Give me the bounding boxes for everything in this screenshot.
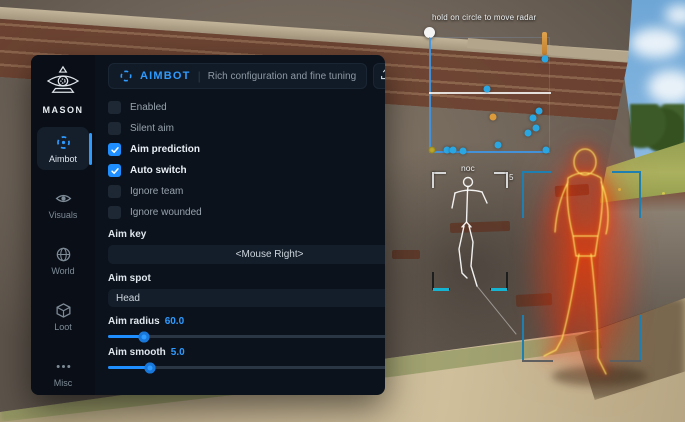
import-config-button[interactable]	[373, 63, 385, 89]
sidebar-item-label: Loot	[54, 322, 72, 332]
slider-label: Aim smooth	[108, 347, 166, 358]
sidebar-item-misc[interactable]: Misc	[37, 351, 89, 394]
radar-blue-dot	[484, 86, 491, 93]
aim-key-value: <Mouse Right>	[236, 249, 304, 260]
game-screen: hold on circle to move radar noc 5	[0, 0, 685, 422]
tab-title: AIMBOT	[140, 70, 191, 82]
slider-label: Aim radius	[108, 316, 160, 327]
radar-blue-dot	[495, 142, 502, 149]
radar-axis-line	[429, 92, 551, 94]
cloud	[630, 28, 682, 58]
brand-name: MASON	[43, 105, 84, 115]
radar-blue-dot	[543, 147, 550, 154]
sidebar: MASON AimbotVisualsWorldLootMiscSettings	[31, 55, 95, 395]
aim-spot-value: Head	[116, 293, 140, 304]
slider-value: 5.0	[171, 347, 185, 358]
sidebar-item-label: Visuals	[49, 210, 78, 220]
slider-track[interactable]	[108, 335, 385, 338]
toggle-label: Aim prediction	[130, 144, 200, 155]
radar-blue-dot	[533, 125, 540, 132]
crosshair-icon	[55, 134, 72, 151]
radar-marker-bar	[542, 32, 547, 55]
toggle-label: Enabled	[130, 102, 167, 113]
sidebar-item-label: World	[51, 266, 74, 276]
skeleton-esp	[438, 172, 518, 342]
menu-content: AIMBOT | Rich configuration and fine tun…	[95, 55, 385, 395]
crosshair-icon	[119, 69, 133, 83]
radar-orange-dot	[490, 114, 497, 121]
checkbox-checked-icon[interactable]	[108, 164, 121, 177]
toggle-aim-prediction[interactable]: Aim prediction	[108, 143, 385, 156]
sidebar-item-world[interactable]: World	[37, 239, 89, 282]
tab-title-pill: AIMBOT | Rich configuration and fine tun…	[108, 63, 367, 89]
checkbox-unchecked[interactable]	[108, 122, 121, 135]
checkbox-unchecked[interactable]	[108, 101, 121, 114]
aim-spot-label: Aim spot	[108, 273, 385, 284]
radar-blue-dot	[460, 148, 467, 155]
globe-icon	[55, 246, 72, 263]
slider-value: 60.0	[165, 316, 184, 327]
toggle-label: Ignore wounded	[130, 207, 202, 218]
sidebar-item-loot[interactable]: Loot	[37, 295, 89, 338]
toggle-label: Silent aim	[130, 123, 174, 134]
tab-header: AIMBOT | Rich configuration and fine tun…	[108, 63, 385, 89]
mason-logo-icon	[44, 65, 82, 102]
radar-blue-dot	[525, 130, 532, 137]
slider-track[interactable]	[108, 366, 385, 369]
toggle-ignore-team[interactable]: Ignore team	[108, 185, 385, 198]
radar-blue-dot	[536, 108, 543, 115]
toggle-ignore-wounded[interactable]: Ignore wounded	[108, 206, 385, 219]
toggle-label: Auto switch	[130, 165, 187, 176]
checkbox-unchecked[interactable]	[108, 206, 121, 219]
sidebar-item-aimbot[interactable]: Aimbot	[37, 127, 89, 170]
upload-icon	[379, 67, 385, 86]
aim-spot-select[interactable]: Head	[108, 289, 385, 307]
sidebar-item-label: Misc	[54, 378, 73, 388]
cube-icon	[55, 302, 72, 319]
brand: MASON	[43, 65, 84, 115]
sidebar-nav: AimbotVisualsWorldLootMiscSettings	[31, 127, 95, 395]
radar-yellow-dot	[429, 147, 436, 154]
cheat-menu-window: MASON AimbotVisualsWorldLootMiscSettings…	[31, 55, 385, 395]
toggle-silent-aim[interactable]: Silent aim	[108, 122, 385, 135]
toggle-auto-switch[interactable]: Auto switch	[108, 164, 385, 177]
tab-subtitle: Rich configuration and fine tuning	[208, 71, 356, 82]
slider-aim-smooth: Aim smooth 5.0	[108, 347, 385, 369]
eye-icon	[55, 190, 72, 207]
dots-icon	[55, 358, 72, 375]
radar-panel[interactable]	[429, 37, 550, 153]
radar-blue-dot	[542, 56, 549, 63]
checkbox-unchecked[interactable]	[108, 185, 121, 198]
sidebar-item-label: Aimbot	[49, 154, 77, 164]
radar-hint-text: hold on circle to move radar	[432, 13, 536, 22]
checkbox-checked-icon[interactable]	[108, 143, 121, 156]
radar-blue-dot	[530, 115, 537, 122]
toggle-enabled[interactable]: Enabled	[108, 101, 385, 114]
slider-handle[interactable]	[138, 331, 149, 342]
aim-key-label: Aim key	[108, 229, 385, 240]
title-divider: |	[198, 69, 201, 83]
toggle-label: Ignore team	[130, 186, 183, 197]
slider-aim-radius: Aim radius 60.0	[108, 316, 385, 338]
aim-key-button[interactable]: <Mouse Right>	[108, 245, 385, 264]
radar-blue-dot	[450, 147, 457, 154]
active-tab-indicator	[89, 133, 92, 165]
sidebar-item-visuals[interactable]: Visuals	[37, 183, 89, 226]
slider-handle[interactable]	[145, 362, 156, 373]
